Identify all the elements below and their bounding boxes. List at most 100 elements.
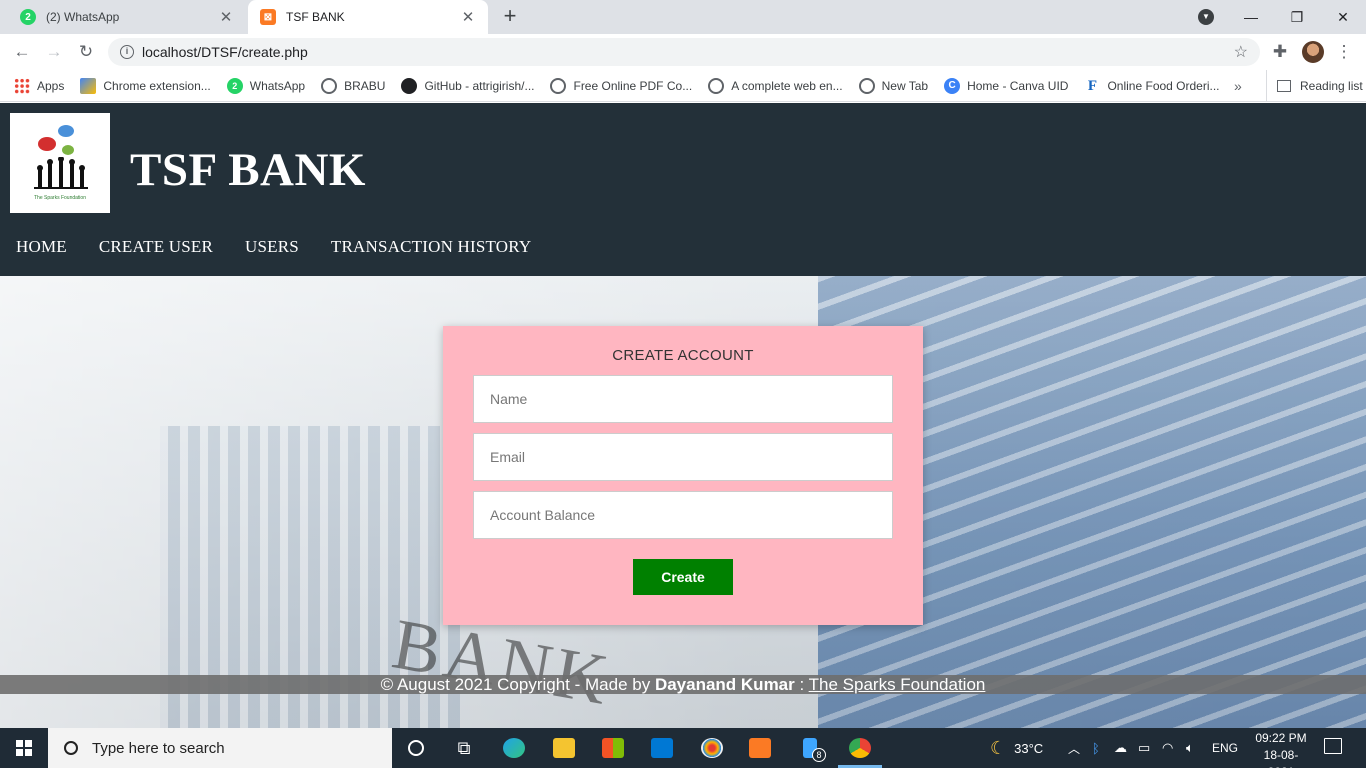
minimize-icon[interactable]: — [1228,0,1274,34]
restore-icon[interactable]: ❐ [1274,0,1320,34]
site-info-icon[interactable]: i [120,45,134,59]
action-center-icon[interactable] [1324,738,1342,754]
taskbar-clock[interactable]: 09:22 PM 18-08-2021 [1252,730,1310,768]
start-button[interactable] [0,728,48,768]
bookmark-food[interactable]: F Online Food Orderi... [1084,77,1220,94]
reload-icon[interactable]: ↻ [74,40,98,64]
nav-create-user[interactable]: CREATE USER [99,237,213,257]
email-input[interactable] [473,433,893,481]
window-close-icon[interactable]: ✕ [1320,0,1366,34]
bookmark-label: Chrome extension... [103,78,211,93]
weather-widget[interactable]: ☾ 33°C [990,728,1043,768]
bookmark-brabu[interactable]: BRABU [321,77,386,94]
tray-show-hidden-icon[interactable]: ︿ [1068,728,1080,768]
speech-bubble-red-icon [38,137,56,151]
tab-whatsapp[interactable]: 2 (2) WhatsApp ✕ [8,0,246,34]
forward-arrow-icon[interactable]: → [42,40,66,64]
battery-icon[interactable]: ▭ [1138,728,1150,768]
xampp-icon[interactable] [744,732,776,764]
task-view-icon[interactable]: ⧉ [448,732,480,764]
address-bar[interactable]: i localhost/DTSF/create.php ☆ [108,38,1260,66]
search-placeholder: Type here to search [92,739,225,757]
bookmark-label: GitHub - attrigirish/... [424,78,535,93]
github-icon [401,77,418,94]
speech-bubble-blue-icon [58,125,74,137]
nav-transaction-history[interactable]: TRANSACTION HISTORY [331,237,531,257]
bookmark-github[interactable]: GitHub - attrigirish/... [401,77,535,94]
bookmark-new-tab[interactable]: New Tab [858,77,929,94]
windows-logo-icon [16,740,32,756]
bookmark-label: New Tab [881,78,929,93]
bookmark-chrome-extension[interactable]: Chrome extension... [80,77,211,94]
bookmark-star-icon[interactable]: ☆ [1234,42,1248,62]
wifi-icon[interactable]: ◠ [1162,728,1173,768]
logo-caption: The Sparks Foundation [34,195,86,201]
bookmark-whatsapp[interactable]: 2 WhatsApp [226,77,306,94]
clock-date: 18-08-2021 [1263,748,1299,768]
chrome-icon[interactable] [844,732,876,764]
create-button[interactable]: Create [633,559,733,595]
bookmark-web-en[interactable]: A complete web en... [708,77,843,94]
back-arrow-icon[interactable]: ← [10,40,34,64]
bookmark-label: BRABU [344,78,386,93]
bookmarks-bar: Apps Chrome extension... 2 WhatsApp BRABU… [0,70,1366,102]
tab-title: (2) WhatsApp [46,10,120,24]
menu-kebab-icon[interactable]: ⋮ [1332,40,1356,64]
bookmark-label: WhatsApp [249,78,306,93]
bookmark-pdf[interactable]: Free Online PDF Co... [550,77,693,94]
microsoft-store-icon[interactable] [597,732,629,764]
nav-home[interactable]: HOME [16,237,67,257]
account-balance-input[interactable] [473,491,893,539]
edge-browser-icon[interactable] [498,732,530,764]
tsf-logo[interactable]: The Sparks Foundation [10,113,110,213]
browser-tab-strip: 2 (2) WhatsApp ✕ ⊠ TSF BANK ✕ + ▼ — ❐ ✕ [0,0,1366,34]
mail-icon[interactable] [646,732,678,764]
footer-separator: : [794,675,809,694]
volume-icon[interactable]: 🔈︎ [1186,728,1194,768]
windows-taskbar: Type here to search ⧉ 8 ☾ 33°C ︿ ᛒ ☁ ▭ ◠… [0,728,1366,768]
tab-tsf-bank[interactable]: ⊠ TSF BANK ✕ [248,0,488,34]
canva-icon: C [944,77,961,94]
tab-search-icon[interactable]: ▼ [1198,9,1214,25]
cortana-icon[interactable] [400,732,432,764]
new-tab-button[interactable]: + [498,5,522,29]
language-indicator[interactable]: ENG [1212,728,1238,768]
name-input[interactable] [473,375,893,423]
close-icon[interactable]: ✕ [460,8,476,26]
food-icon: F [1087,77,1098,94]
onedrive-cloud-icon[interactable]: ☁ [1114,728,1127,768]
file-explorer-icon[interactable] [548,732,580,764]
nav-users[interactable]: USERS [245,237,299,257]
search-icon [64,741,78,755]
bluetooth-icon[interactable]: ᛒ [1092,728,1100,768]
extensions-puzzle-icon[interactable]: ✚ [1268,40,1292,64]
more-bookmarks-icon[interactable]: » [1234,78,1242,94]
whatsapp-icon: 2 [20,9,36,25]
weather-temperature: 33°C [1014,740,1044,756]
main-nav: HOME CREATE USER USERS TRANSACTION HISTO… [16,237,563,257]
paint-icon[interactable] [696,732,728,764]
bookmark-label: Apps [37,78,65,93]
globe-icon [858,77,875,94]
bookmark-canva[interactable]: C Home - Canva UID [944,77,1069,94]
reading-list-button[interactable]: Reading list [1266,70,1363,102]
bookmark-label: Free Online PDF Co... [573,78,693,93]
tab-title: TSF BANK [286,10,345,24]
apps-icon [14,77,30,94]
site-header: The Sparks Foundation TSF BANK HOME CREA… [0,103,1366,276]
whatsapp-icon: 2 [226,77,243,94]
taskbar-search-box[interactable]: Type here to search [48,728,392,768]
url-text[interactable]: localhost/DTSF/create.php [142,44,308,60]
bookmark-apps[interactable]: Apps [14,77,65,94]
speech-bubble-green-icon [62,145,74,155]
reading-list-label: Reading list [1300,79,1363,93]
profile-avatar[interactable] [1302,41,1324,63]
extension-icon [80,77,97,94]
bookmark-label: Home - Canva UID [967,78,1069,93]
footer-copyright: © August 2021 Copyright - Made by [380,675,655,694]
form-title: CREATE ACCOUNT [612,347,754,364]
close-icon[interactable]: ✕ [218,8,234,26]
footer-org-link[interactable]: The Sparks Foundation [809,675,986,694]
phone-link-icon[interactable]: 8 [794,732,826,764]
bookmark-label: Online Food Orderi... [1107,78,1220,93]
